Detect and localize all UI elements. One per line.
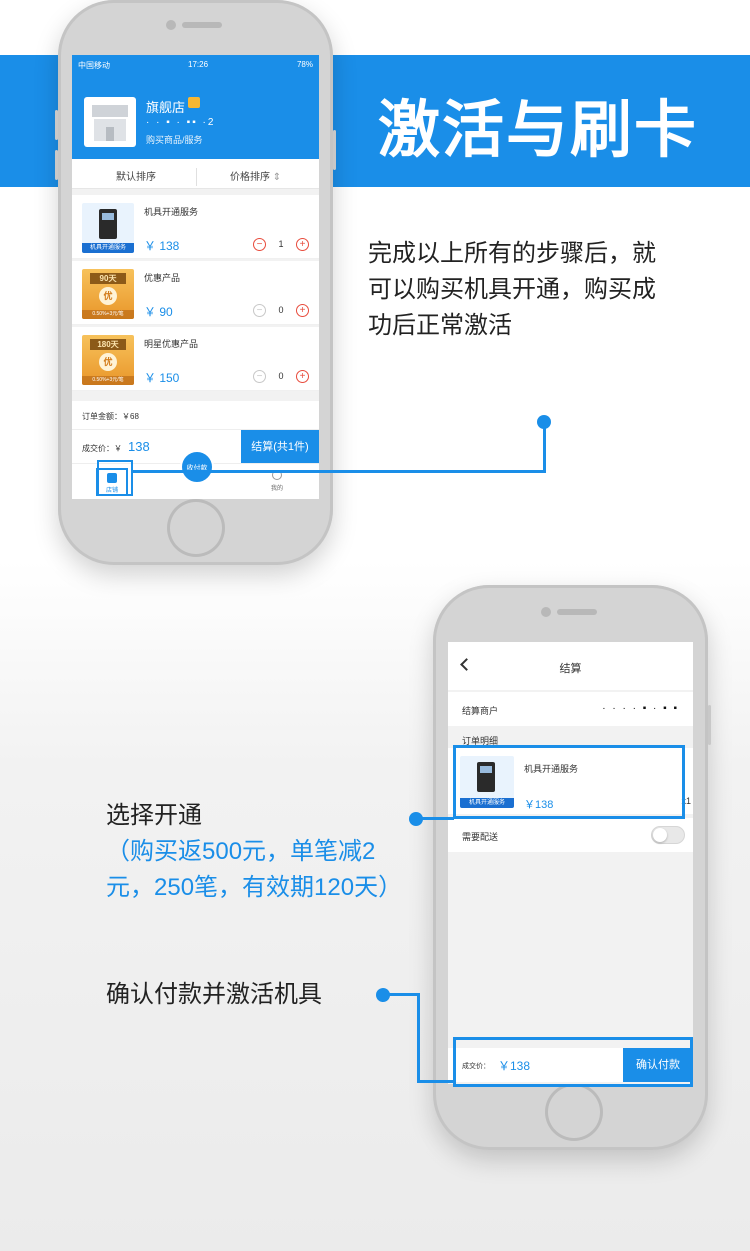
connector-dot xyxy=(537,415,551,429)
earpiece xyxy=(182,22,222,28)
coupon-thumbnail: 180天 优 0.50%+3元/笔 xyxy=(82,335,134,385)
merchant-value: · · · · ▪ · ▪ ▪ xyxy=(602,703,679,714)
connector-line xyxy=(133,470,546,473)
connector-dot xyxy=(376,988,390,1002)
confirm-note: 确认付款并激活机具 xyxy=(106,981,322,1008)
plus-button[interactable]: + xyxy=(296,238,309,251)
banner-title: 激活与刷卡 xyxy=(377,93,698,166)
store-name: 旗舰店 xyxy=(146,100,186,115)
product-price: ￥ 138 xyxy=(144,239,180,253)
volume-button xyxy=(55,110,58,140)
tab-collect-payment[interactable]: 收付款 xyxy=(180,450,214,484)
sort-default[interactable]: 默认排序 xyxy=(116,168,156,183)
phone2-screen: 结算 结算商户 · · · · ▪ · ▪ ▪ 订单明细 机具开通服务 机具开通… xyxy=(448,642,693,1084)
connector-line xyxy=(543,422,546,473)
battery-text: 78% xyxy=(296,60,313,69)
sort-price[interactable]: 价格排序 ⇕ xyxy=(230,168,281,183)
home-button[interactable] xyxy=(545,1083,603,1141)
confirm-highlight xyxy=(453,1037,693,1087)
quantity-stepper: − 0 + xyxy=(253,370,309,384)
quantity-stepper: − 0 + xyxy=(253,304,309,318)
checkout-button[interactable]: 结算(共1件) xyxy=(241,430,319,464)
deal-price-value: 138 xyxy=(128,439,150,454)
clock-text: 17:26 xyxy=(188,60,209,69)
device-thumbnail: 机具开通服务 xyxy=(82,203,134,253)
quantity-value: 1 xyxy=(278,239,284,249)
product-price: ￥ 90 xyxy=(144,305,173,319)
connector-line xyxy=(417,1080,454,1083)
camera-icon xyxy=(166,20,176,30)
deal-price-label: 成交价：￥ xyxy=(82,444,122,453)
quantity-value: 0 xyxy=(278,305,284,315)
nav-bar: 结算 xyxy=(448,642,693,690)
product-name: 明星优惠产品 xyxy=(144,339,199,349)
volume-button xyxy=(55,150,58,180)
connector-line xyxy=(420,817,454,820)
coupon-thumbnail: 90天 优 0.50%+3元/笔 xyxy=(82,269,134,319)
product-name: 优惠产品 xyxy=(144,273,181,283)
top-note: 完成以上所有的步骤后，就 可以购买机具开通，购买成 功后正常激活 xyxy=(368,240,656,339)
earpiece xyxy=(557,609,597,615)
product-row[interactable]: 机具开通服务 机具开通服务 ￥ 138 − 1 + xyxy=(72,195,319,259)
product-row[interactable]: 90天 优 0.50%+3元/笔 优惠产品 ￥ 90 − 0 + xyxy=(72,261,319,325)
minus-button[interactable]: − xyxy=(253,304,266,317)
product-name: 机具开通服务 xyxy=(144,207,199,217)
power-button xyxy=(333,130,336,170)
home-button[interactable] xyxy=(167,499,225,557)
connector-dot xyxy=(409,812,423,826)
crown-icon xyxy=(188,97,200,108)
quantity-value: 0 xyxy=(278,371,284,381)
plus-button[interactable]: + xyxy=(296,304,309,317)
delivery-toggle[interactable] xyxy=(651,826,685,844)
connector-line xyxy=(417,993,420,1083)
connector-line xyxy=(388,993,420,996)
status-bar: 中国移动 17:26 78% xyxy=(72,55,319,75)
page-title: 结算 xyxy=(559,663,582,675)
select-title: 选择开通 xyxy=(106,802,202,829)
tab-mine[interactable]: 我的 xyxy=(265,470,289,492)
merchant-row: 结算商户 · · · · ▪ · ▪ ▪ xyxy=(448,692,693,726)
store-subtitle: 购买商品/服务 xyxy=(146,135,203,145)
sort-bar: 默认排序 价格排序 ⇕ xyxy=(72,159,319,189)
store-header: 中国移动 17:26 78% 旗舰店 · · ▪ · ▪▪ ·2 购买商品/服务 xyxy=(72,55,319,159)
store-id: · · ▪ · ▪▪ ·2 xyxy=(146,117,216,128)
plus-button[interactable]: + xyxy=(296,370,309,383)
minus-button[interactable]: − xyxy=(253,370,266,383)
order-total: 订单金额：￥68 xyxy=(72,401,319,429)
quantity-stepper: − 1 + xyxy=(253,238,309,252)
power-button xyxy=(708,705,711,745)
item-highlight xyxy=(453,745,685,819)
delivery-row: 需要配送 xyxy=(448,818,693,852)
camera-icon xyxy=(541,607,551,617)
product-row[interactable]: 180天 优 0.50%+3元/笔 明星优惠产品 ￥ 150 − 0 + xyxy=(72,327,319,391)
phone1-screen: 中国移动 17:26 78% 旗舰店 · · ▪ · ▪▪ ·2 购买商品/服务… xyxy=(72,55,319,499)
store-tab-highlight xyxy=(97,460,133,496)
product-price: ￥ 150 xyxy=(144,371,180,385)
sort-arrows-icon: ⇕ xyxy=(272,172,282,183)
select-note: 选择开通 （购买返500元，单笔减2 元，250笔，有效期120天） xyxy=(106,798,402,906)
store-logo-icon xyxy=(84,97,136,147)
carrier-text: 中国移动 xyxy=(78,61,110,70)
minus-button[interactable]: − xyxy=(253,238,266,251)
